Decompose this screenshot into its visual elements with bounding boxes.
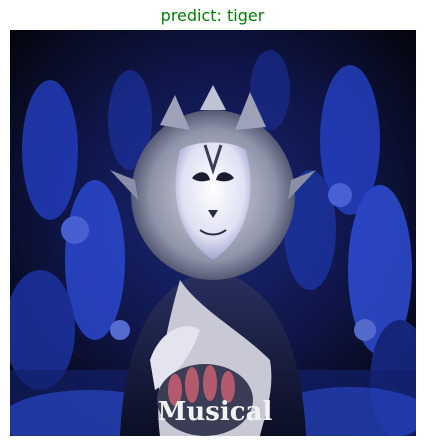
classified-photo: Musical [10,30,416,436]
stage-photo-illustration: Musical [10,30,416,436]
prediction-title: predict: tiger [160,6,265,25]
musical-watermark: Musical [158,397,273,427]
